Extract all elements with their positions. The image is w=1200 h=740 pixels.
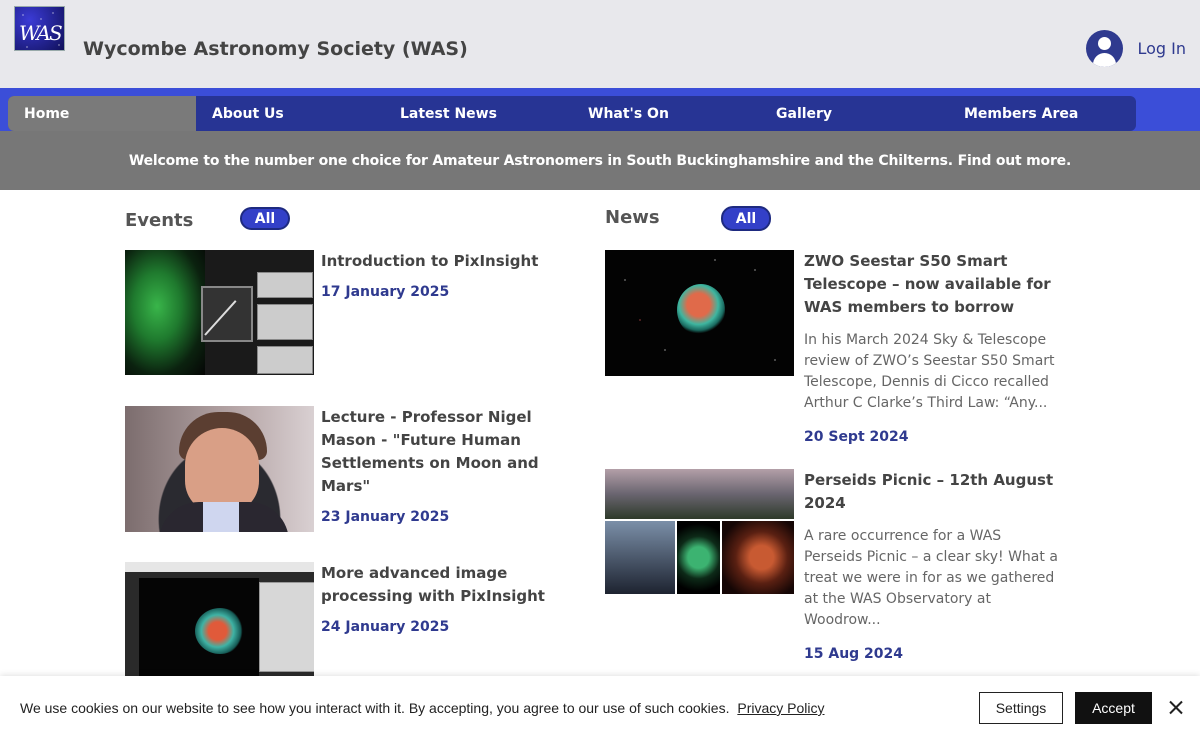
dumbbell-nebula-image xyxy=(677,284,725,336)
event-title-line[interactable]: processing with PixInsight xyxy=(321,585,545,608)
event-title-line[interactable]: Introduction to PixInsight xyxy=(321,250,538,273)
news-heading: News xyxy=(605,207,660,228)
news-title-line[interactable]: Telescope – now available for xyxy=(804,273,1051,296)
curves-window xyxy=(201,286,253,342)
user-avatar-icon[interactable] xyxy=(1086,30,1124,67)
event-title-line[interactable]: Mars" xyxy=(321,475,539,498)
nav-item-gallery[interactable]: Gallery xyxy=(760,96,948,131)
preview-window xyxy=(257,304,313,340)
news-title-line[interactable]: Perseids Picnic – 12th August xyxy=(804,469,1053,492)
nav-item-members-area[interactable]: Members Area xyxy=(948,96,1136,131)
news-excerpt-line: at the WAS Observatory at xyxy=(804,591,991,607)
event-title-line[interactable]: More advanced image xyxy=(321,562,545,585)
site-header: WAS Wycombe Astronomy Society (WAS) Log … xyxy=(0,0,1200,88)
news-thumbnail-perseids-picnic[interactable] xyxy=(605,469,794,595)
tool-panel xyxy=(259,582,314,672)
news-excerpt-line: Perseids Picnic – a clear sky! What a xyxy=(804,549,1058,565)
emission-nebula-photo xyxy=(722,521,794,594)
news-title[interactable]: ZWO Seestar S50 Smart Telescope – now av… xyxy=(804,250,1051,319)
cookie-accept-button[interactable]: Accept xyxy=(1075,692,1152,724)
news-date: 15 Aug 2024 xyxy=(804,646,904,662)
event-date: 23 January 2025 xyxy=(321,509,450,525)
news-excerpt: A rare occurrence for a WAS Perseids Pic… xyxy=(804,526,1058,631)
cookie-message: We use cookies on our website to see how… xyxy=(20,700,825,716)
site-title: Wycombe Astronomy Society (WAS) xyxy=(83,38,468,60)
cookie-banner: We use cookies on our website to see how… xyxy=(0,676,1200,740)
site-logo[interactable]: WAS xyxy=(14,6,65,51)
nebula-image xyxy=(195,608,245,654)
logo-text: WAS xyxy=(19,21,63,45)
cookie-message-text: We use cookies on our website to see how… xyxy=(20,700,730,716)
nav-item-whats-on[interactable]: What's On xyxy=(572,96,760,131)
cookie-settings-button[interactable]: Settings xyxy=(979,692,1063,724)
event-date: 24 January 2025 xyxy=(321,619,450,635)
nav-item-about-us[interactable]: About Us xyxy=(196,96,384,131)
event-title-line[interactable]: Lecture - Professor Nigel xyxy=(321,406,539,429)
main-nav: Home About Us Latest News What's On Gall… xyxy=(8,96,1136,131)
nav-item-latest-news[interactable]: Latest News xyxy=(384,96,572,131)
event-thumbnail-pixinsight-advanced[interactable] xyxy=(125,562,314,676)
app-menubar xyxy=(125,562,314,572)
news-excerpt-line: Telescope, Dennis di Cicco recalled xyxy=(804,374,1049,390)
settings-window xyxy=(257,346,313,374)
news-title-line[interactable]: ZWO Seestar S50 Smart xyxy=(804,250,1051,273)
news-excerpt-line: treat we were in for as we gathered xyxy=(804,570,1055,586)
news-date: 20 Sept 2024 xyxy=(804,429,909,445)
news-title-line[interactable]: WAS members to borrow xyxy=(804,296,1051,319)
event-title-line[interactable]: Mason - "Future Human xyxy=(321,429,539,452)
events-filter-all-button[interactable]: All xyxy=(240,207,290,230)
events-heading: Events xyxy=(125,210,194,231)
login-button[interactable]: Log In xyxy=(1086,30,1186,67)
close-icon[interactable] xyxy=(1166,698,1186,718)
news-excerpt-line: In his March 2024 Sky & Telescope xyxy=(804,332,1047,348)
nebula-photo xyxy=(677,521,720,594)
login-label[interactable]: Log In xyxy=(1137,39,1186,58)
event-title[interactable]: Lecture - Professor Nigel Mason - "Futur… xyxy=(321,406,539,498)
event-title[interactable]: Introduction to PixInsight xyxy=(321,250,538,273)
nav-bar: Home About Us Latest News What's On Gall… xyxy=(0,88,1200,131)
picnic-crowd-photo xyxy=(605,469,794,519)
welcome-banner-text[interactable]: Welcome to the number one choice for Ama… xyxy=(129,153,1071,169)
news-title[interactable]: Perseids Picnic – 12th August 2024 xyxy=(804,469,1053,515)
event-title-line[interactable]: Settlements on Moon and xyxy=(321,452,539,475)
event-date: 17 January 2025 xyxy=(321,284,450,300)
privacy-policy-link[interactable]: Privacy Policy xyxy=(737,700,824,716)
news-filter-all-button[interactable]: All xyxy=(721,206,771,231)
histogram-window xyxy=(257,272,313,298)
news-title-line[interactable]: 2024 xyxy=(804,492,1053,515)
event-thumbnail-nigel-mason[interactable] xyxy=(125,406,314,532)
news-thumbnail-seestar[interactable] xyxy=(605,250,794,376)
event-thumbnail-pixinsight-intro[interactable] xyxy=(125,250,314,375)
news-excerpt-line: Arthur C Clarke’s Third Law: “Any... xyxy=(804,395,1048,411)
news-excerpt-line: A rare occurrence for a WAS xyxy=(804,528,1002,544)
observatory-photo xyxy=(605,521,675,594)
nebula-image xyxy=(125,250,205,375)
portrait-shirt xyxy=(203,502,239,532)
news-excerpt-line: review of ZWO’s Seestar S50 Smart xyxy=(804,353,1055,369)
event-title[interactable]: More advanced image processing with PixI… xyxy=(321,562,545,608)
news-excerpt-line: Woodrow... xyxy=(804,612,881,628)
welcome-banner[interactable]: Welcome to the number one choice for Ama… xyxy=(0,131,1200,190)
nav-item-home[interactable]: Home xyxy=(8,96,196,131)
news-excerpt: In his March 2024 Sky & Telescope review… xyxy=(804,330,1055,414)
